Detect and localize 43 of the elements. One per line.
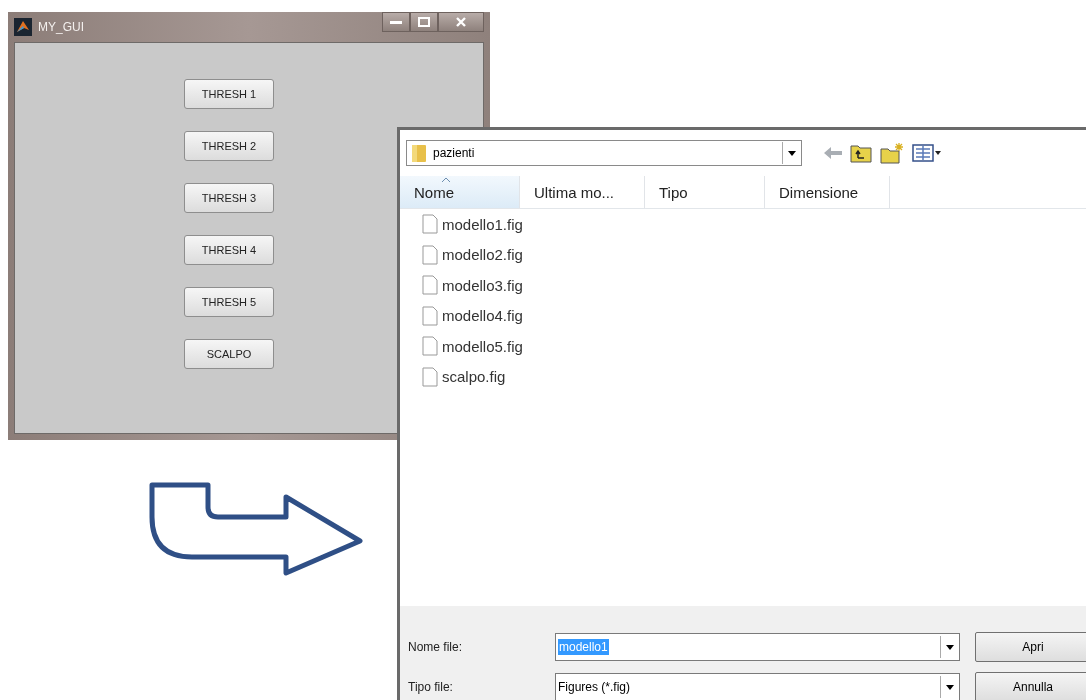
caret-icon <box>946 644 954 650</box>
column-header[interactable]: Tipo <box>645 176 765 208</box>
maximize-icon <box>418 17 430 27</box>
new-folder-icon[interactable] <box>880 142 904 164</box>
file-name[interactable]: modello2.fig <box>442 246 523 264</box>
minimize-button[interactable] <box>382 12 410 32</box>
file-icon <box>422 336 438 357</box>
column-header[interactable]: Dimensione <box>765 176 890 208</box>
folder-dropdown[interactable]: pazienti <box>406 140 802 166</box>
field-label: Tipo file: <box>407 680 454 694</box>
thresh-button[interactable]: THRESH 5 <box>184 287 274 317</box>
file-name[interactable]: modello5.fig <box>442 337 523 355</box>
up-folder-icon[interactable] <box>850 143 872 163</box>
caret-icon <box>946 684 954 690</box>
thresh-button[interactable]: THRESH 1 <box>184 79 274 109</box>
file-icon <box>422 366 438 387</box>
file-icon <box>422 305 438 326</box>
file-icon <box>422 275 438 296</box>
column-header[interactable]: Nome <box>400 176 520 208</box>
file-name[interactable]: modello4.fig <box>442 307 523 325</box>
close-button[interactable] <box>438 12 484 32</box>
column-header[interactable]: Ultima mo... <box>520 176 645 208</box>
file-name[interactable]: modello1.fig <box>442 215 523 233</box>
thresh-button[interactable]: SCALPO <box>184 339 274 369</box>
close-icon <box>455 17 467 27</box>
field-label: Nome file: <box>407 640 464 654</box>
app-icon <box>14 18 32 36</box>
thresh-button[interactable]: THRESH 3 <box>184 183 274 213</box>
caret-icon <box>788 150 796 156</box>
maximize-button[interactable] <box>410 12 438 32</box>
file-icon <box>422 244 438 265</box>
open-button[interactable]: Apri <box>975 632 1086 662</box>
thresh-button[interactable]: THRESH 2 <box>184 131 274 161</box>
thresh-button[interactable]: THRESH 4 <box>184 235 274 265</box>
folder-icon <box>411 143 427 163</box>
view-menu-icon[interactable] <box>912 143 942 163</box>
file-icon <box>422 214 438 235</box>
minimize-icon <box>390 19 402 25</box>
file-type-dropdown[interactable]: Figures (*.fig) <box>555 673 960 700</box>
window-title: MY_GUI <box>38 20 84 34</box>
cancel-button[interactable]: Annulla <box>975 672 1086 700</box>
file-name[interactable]: modello3.fig <box>442 276 523 294</box>
file-name[interactable]: scalpo.fig <box>442 368 506 386</box>
